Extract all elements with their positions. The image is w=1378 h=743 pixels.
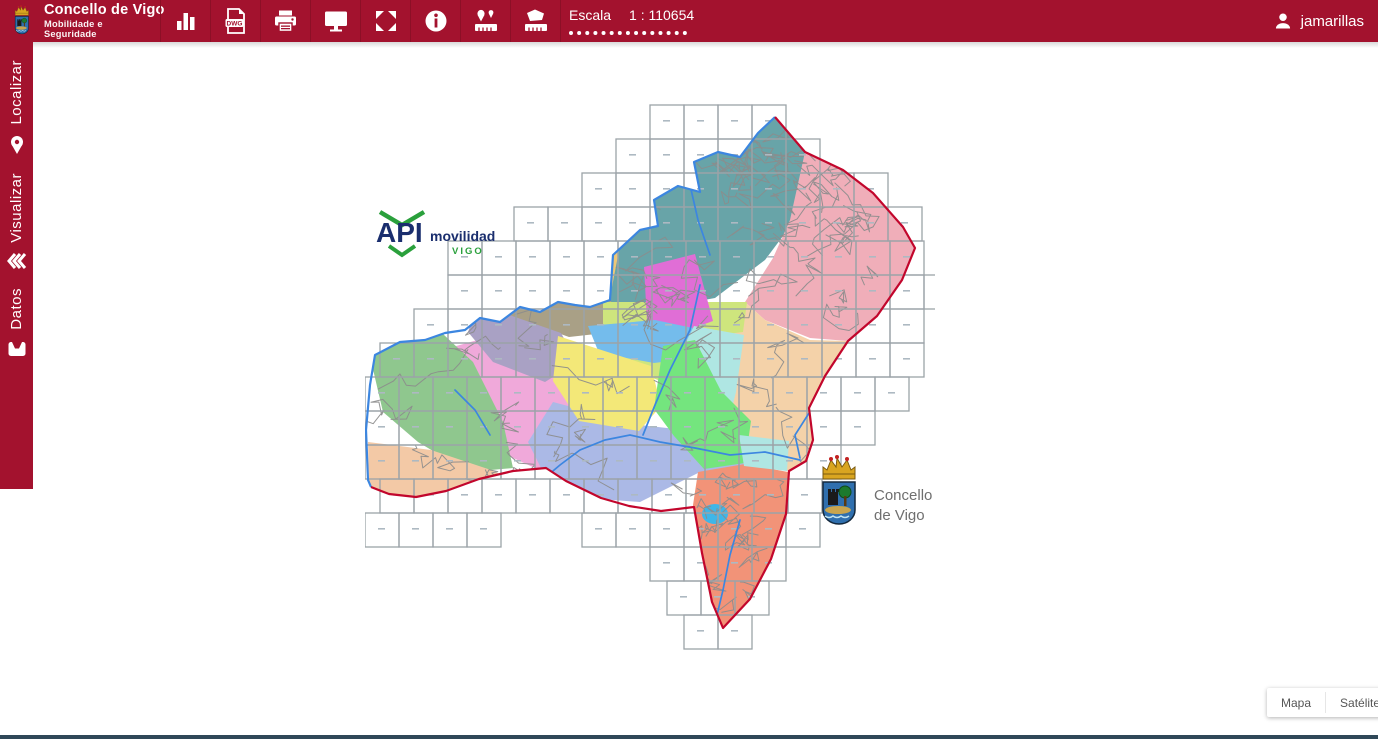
bar-chart-icon xyxy=(174,9,198,33)
scale-display: Escala 1 : 110654 xyxy=(569,7,694,35)
measure-area-button[interactable] xyxy=(510,0,561,42)
app-title: Concello de Vigo xyxy=(44,3,154,19)
app-title-block: Concello de Vigo Mobilidade e Seguridade xyxy=(44,3,154,39)
top-header: Concello de Vigo Mobilidade e Seguridade… xyxy=(0,0,1378,42)
user-icon xyxy=(1273,11,1293,31)
fullscreen-button[interactable] xyxy=(360,0,410,42)
printer-icon xyxy=(273,9,298,33)
print-button[interactable] xyxy=(260,0,310,42)
username: jamarillas xyxy=(1301,13,1364,30)
fullscreen-icon xyxy=(374,9,398,33)
tray-icon xyxy=(7,340,27,358)
sidebar-item-label: Datos xyxy=(8,288,25,330)
user-menu[interactable]: jamarillas xyxy=(1273,0,1364,42)
monitor-icon xyxy=(323,9,349,33)
sidebar-item-label: Visualizar xyxy=(8,173,25,243)
scale-bar xyxy=(569,25,687,35)
statistics-button[interactable] xyxy=(160,0,210,42)
parish-regions xyxy=(368,117,915,628)
sidebar-item-datos[interactable]: Datos xyxy=(7,288,27,358)
left-sidebar: Localizar Visualizar Datos xyxy=(0,42,33,489)
svg-text:DWG: DWG xyxy=(227,20,243,27)
vigo-coat-of-arms-icon xyxy=(6,4,36,38)
vigo-crest xyxy=(812,452,862,534)
measure-area-icon xyxy=(523,8,549,34)
sidebar-item-label: Localizar xyxy=(8,60,25,125)
bottom-bar xyxy=(0,735,1378,739)
app-subtitle: Mobilidade e Seguridade xyxy=(44,19,154,39)
api-movilidad-logo: API movilidad VIGO xyxy=(368,198,498,262)
header-shadow xyxy=(33,42,1378,48)
sidebar-item-visualizar[interactable]: Visualizar xyxy=(6,173,28,271)
map-type-satelite-button[interactable]: Satélite xyxy=(1326,688,1378,717)
info-button[interactable] xyxy=(410,0,460,42)
dwg-file-icon: DWG xyxy=(223,8,248,34)
scale-value: 1 : 110654 xyxy=(629,7,694,23)
display-button[interactable] xyxy=(310,0,360,42)
info-icon xyxy=(424,9,448,33)
measure-distance-icon xyxy=(473,8,499,34)
measure-distance-button[interactable] xyxy=(460,0,510,42)
map-type-mapa-button[interactable]: Mapa xyxy=(1267,688,1325,717)
crest-caption: Concello de Vigo xyxy=(874,486,932,525)
scale-label: Escala xyxy=(569,7,611,23)
map-type-control: Mapa Satélite xyxy=(1267,688,1378,717)
sidebar-item-localizar[interactable]: Localizar xyxy=(8,60,26,155)
toolbar: DWG xyxy=(160,0,561,42)
api-logo-movilidad: movilidad xyxy=(430,228,495,244)
vigo-municipality-map[interactable] xyxy=(365,90,935,650)
pin-icon xyxy=(8,135,26,155)
export-dwg-button[interactable]: DWG xyxy=(210,0,260,42)
layers-icon xyxy=(6,252,28,270)
crest-caption-line1: Concello xyxy=(874,486,932,506)
api-logo-vigo: VIGO xyxy=(452,246,484,257)
app-window: { "header": { "title": "Concello de Vigo… xyxy=(0,0,1378,743)
crest-caption-line2: de Vigo xyxy=(874,506,932,526)
api-logo-api: API xyxy=(376,217,423,248)
